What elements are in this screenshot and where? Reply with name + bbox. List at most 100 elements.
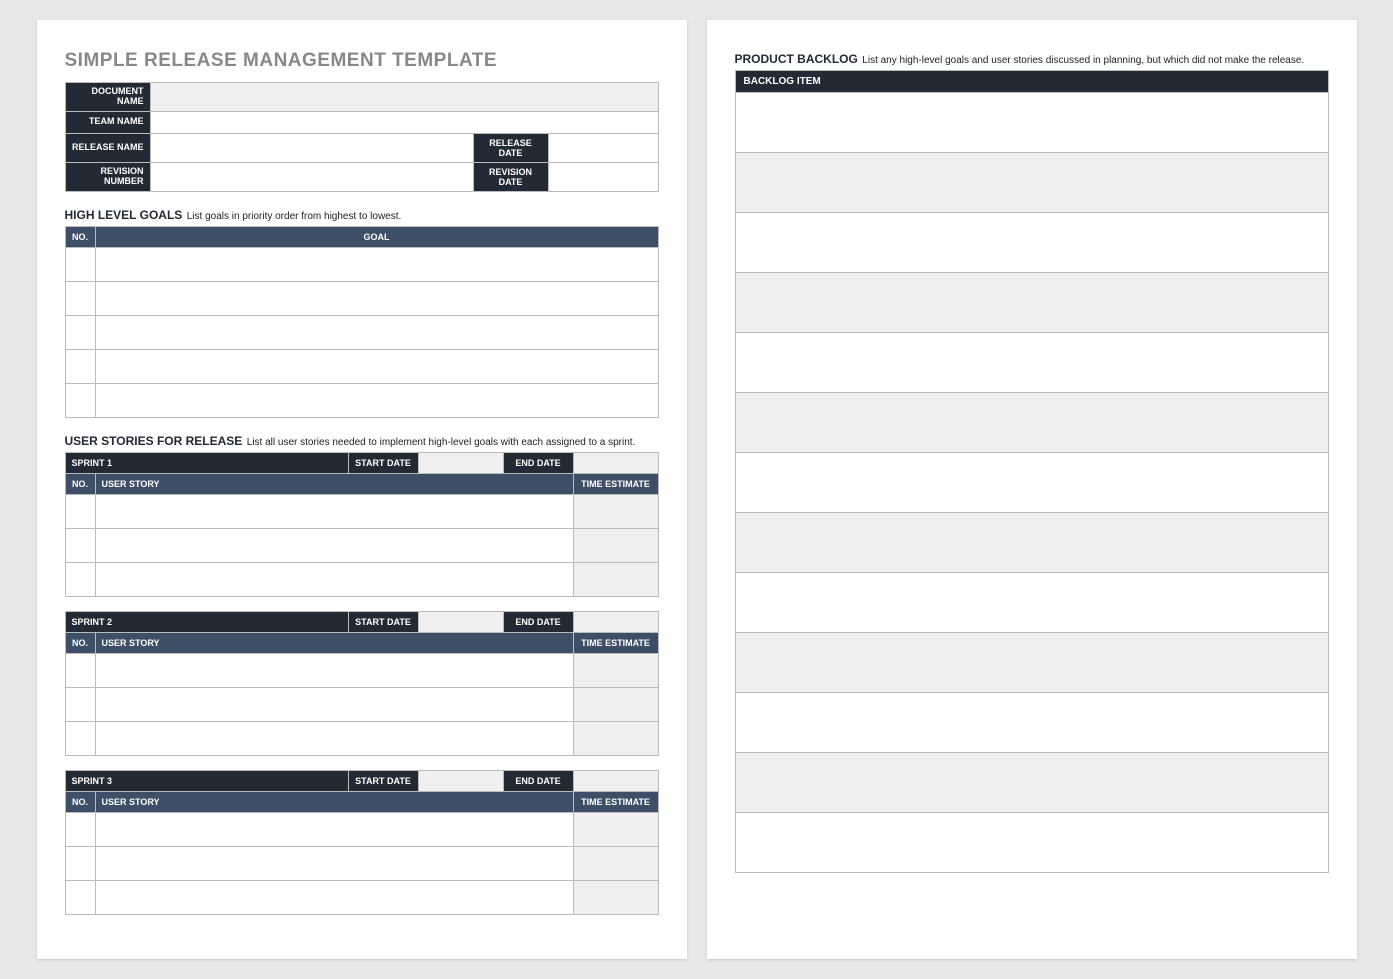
goal-row-no[interactable]: [65, 315, 95, 349]
team-name-input[interactable]: [150, 111, 658, 133]
story-estimate[interactable]: [573, 494, 658, 528]
goals-col-goal: GOAL: [95, 226, 658, 247]
sprint-3-end-label: END DATE: [503, 770, 573, 791]
info-table: DOCUMENT NAME TEAM NAME RELEASE NAME REL…: [65, 82, 659, 192]
story-estimate[interactable]: [573, 880, 658, 914]
revision-number-input[interactable]: [150, 162, 473, 191]
sprint-1-table: SPRINT 1 START DATE END DATE NO. USER ST…: [65, 452, 659, 597]
release-date-label: RELEASE DATE: [473, 133, 548, 162]
story-estimate[interactable]: [573, 653, 658, 687]
story-cell[interactable]: [95, 687, 573, 721]
backlog-row[interactable]: [735, 633, 1328, 693]
stories-heading: USER STORIES FOR RELEASE List all user s…: [65, 432, 659, 450]
sprint-2-start-input[interactable]: [418, 611, 503, 632]
backlog-row[interactable]: [735, 753, 1328, 813]
sprint-2-end-label: END DATE: [503, 611, 573, 632]
backlog-row[interactable]: [735, 213, 1328, 273]
sprint-3-end-input[interactable]: [573, 770, 658, 791]
sprint-3-block: SPRINT 3 START DATE END DATE NO. USER ST…: [65, 770, 659, 915]
story-cell[interactable]: [95, 562, 573, 596]
sprint-2-end-input[interactable]: [573, 611, 658, 632]
stories-heading-desc: List all user stories needed to implemen…: [247, 437, 636, 448]
story-cell[interactable]: [95, 880, 573, 914]
backlog-row[interactable]: [735, 333, 1328, 393]
goals-heading-title: HIGH LEVEL GOALS: [65, 208, 183, 222]
release-date-input[interactable]: [548, 133, 658, 162]
sprint-2-block: SPRINT 2 START DATE END DATE NO. USER ST…: [65, 611, 659, 756]
sprint-col-no: NO.: [65, 632, 95, 653]
document-title: SIMPLE RELEASE MANAGEMENT TEMPLATE: [65, 50, 659, 72]
goal-row-no[interactable]: [65, 383, 95, 417]
story-estimate[interactable]: [573, 812, 658, 846]
sprint-col-story: USER STORY: [95, 632, 573, 653]
story-no[interactable]: [65, 812, 95, 846]
story-estimate[interactable]: [573, 528, 658, 562]
story-no[interactable]: [65, 721, 95, 755]
backlog-row[interactable]: [735, 513, 1328, 573]
story-estimate[interactable]: [573, 687, 658, 721]
document-name-input[interactable]: [150, 83, 658, 112]
story-estimate[interactable]: [573, 846, 658, 880]
goal-row-cell[interactable]: [95, 315, 658, 349]
backlog-heading-desc: List any high-level goals and user stori…: [862, 55, 1304, 66]
backlog-row[interactable]: [735, 453, 1328, 513]
sprint-2-table: SPRINT 2 START DATE END DATE NO. USER ST…: [65, 611, 659, 756]
sprint-col-story: USER STORY: [95, 791, 573, 812]
story-no[interactable]: [65, 562, 95, 596]
story-no[interactable]: [65, 880, 95, 914]
story-cell[interactable]: [95, 721, 573, 755]
revision-number-label: REVISION NUMBER: [65, 162, 150, 191]
sprint-col-no: NO.: [65, 473, 95, 494]
story-no[interactable]: [65, 528, 95, 562]
story-no[interactable]: [65, 846, 95, 880]
sprint-col-story: USER STORY: [95, 473, 573, 494]
sprint-1-block: SPRINT 1 START DATE END DATE NO. USER ST…: [65, 452, 659, 597]
goal-row-cell[interactable]: [95, 349, 658, 383]
backlog-row[interactable]: [735, 813, 1328, 873]
team-name-label: TEAM NAME: [65, 111, 150, 133]
sprint-1-end-input[interactable]: [573, 452, 658, 473]
story-cell[interactable]: [95, 528, 573, 562]
release-name-label: RELEASE NAME: [65, 133, 150, 162]
sprint-3-table: SPRINT 3 START DATE END DATE NO. USER ST…: [65, 770, 659, 915]
backlog-col-header: BACKLOG ITEM: [735, 71, 1328, 93]
goal-row-no[interactable]: [65, 247, 95, 281]
backlog-row[interactable]: [735, 273, 1328, 333]
sprint-col-no: NO.: [65, 791, 95, 812]
release-name-input[interactable]: [150, 133, 473, 162]
story-cell[interactable]: [95, 846, 573, 880]
story-estimate[interactable]: [573, 562, 658, 596]
stories-heading-title: USER STORIES FOR RELEASE: [65, 434, 243, 448]
goal-row-cell[interactable]: [95, 247, 658, 281]
sprint-3-start-input[interactable]: [418, 770, 503, 791]
goals-heading: HIGH LEVEL GOALS List goals in priority …: [65, 206, 659, 224]
goal-row-no[interactable]: [65, 349, 95, 383]
backlog-row[interactable]: [735, 693, 1328, 753]
goal-row-no[interactable]: [65, 281, 95, 315]
story-no[interactable]: [65, 494, 95, 528]
backlog-heading-title: PRODUCT BACKLOG: [735, 52, 858, 66]
story-cell[interactable]: [95, 653, 573, 687]
goal-row-cell[interactable]: [95, 383, 658, 417]
sprint-3-name: SPRINT 3: [65, 770, 348, 791]
story-no[interactable]: [65, 653, 95, 687]
backlog-row[interactable]: [735, 153, 1328, 213]
story-no[interactable]: [65, 687, 95, 721]
goal-row-cell[interactable]: [95, 281, 658, 315]
backlog-row[interactable]: [735, 393, 1328, 453]
sprint-3-start-label: START DATE: [348, 770, 418, 791]
backlog-row[interactable]: [735, 93, 1328, 153]
backlog-heading: PRODUCT BACKLOG List any high-level goal…: [735, 50, 1329, 68]
story-estimate[interactable]: [573, 721, 658, 755]
story-cell[interactable]: [95, 812, 573, 846]
page-2: PRODUCT BACKLOG List any high-level goal…: [707, 20, 1357, 959]
sprint-1-start-input[interactable]: [418, 452, 503, 473]
sprint-1-name: SPRINT 1: [65, 452, 348, 473]
backlog-row[interactable]: [735, 573, 1328, 633]
backlog-table: BACKLOG ITEM: [735, 70, 1329, 873]
story-cell[interactable]: [95, 494, 573, 528]
page-1: SIMPLE RELEASE MANAGEMENT TEMPLATE DOCUM…: [37, 20, 687, 959]
sprint-2-name: SPRINT 2: [65, 611, 348, 632]
goals-table: NO. GOAL: [65, 226, 659, 418]
revision-date-input[interactable]: [548, 162, 658, 191]
